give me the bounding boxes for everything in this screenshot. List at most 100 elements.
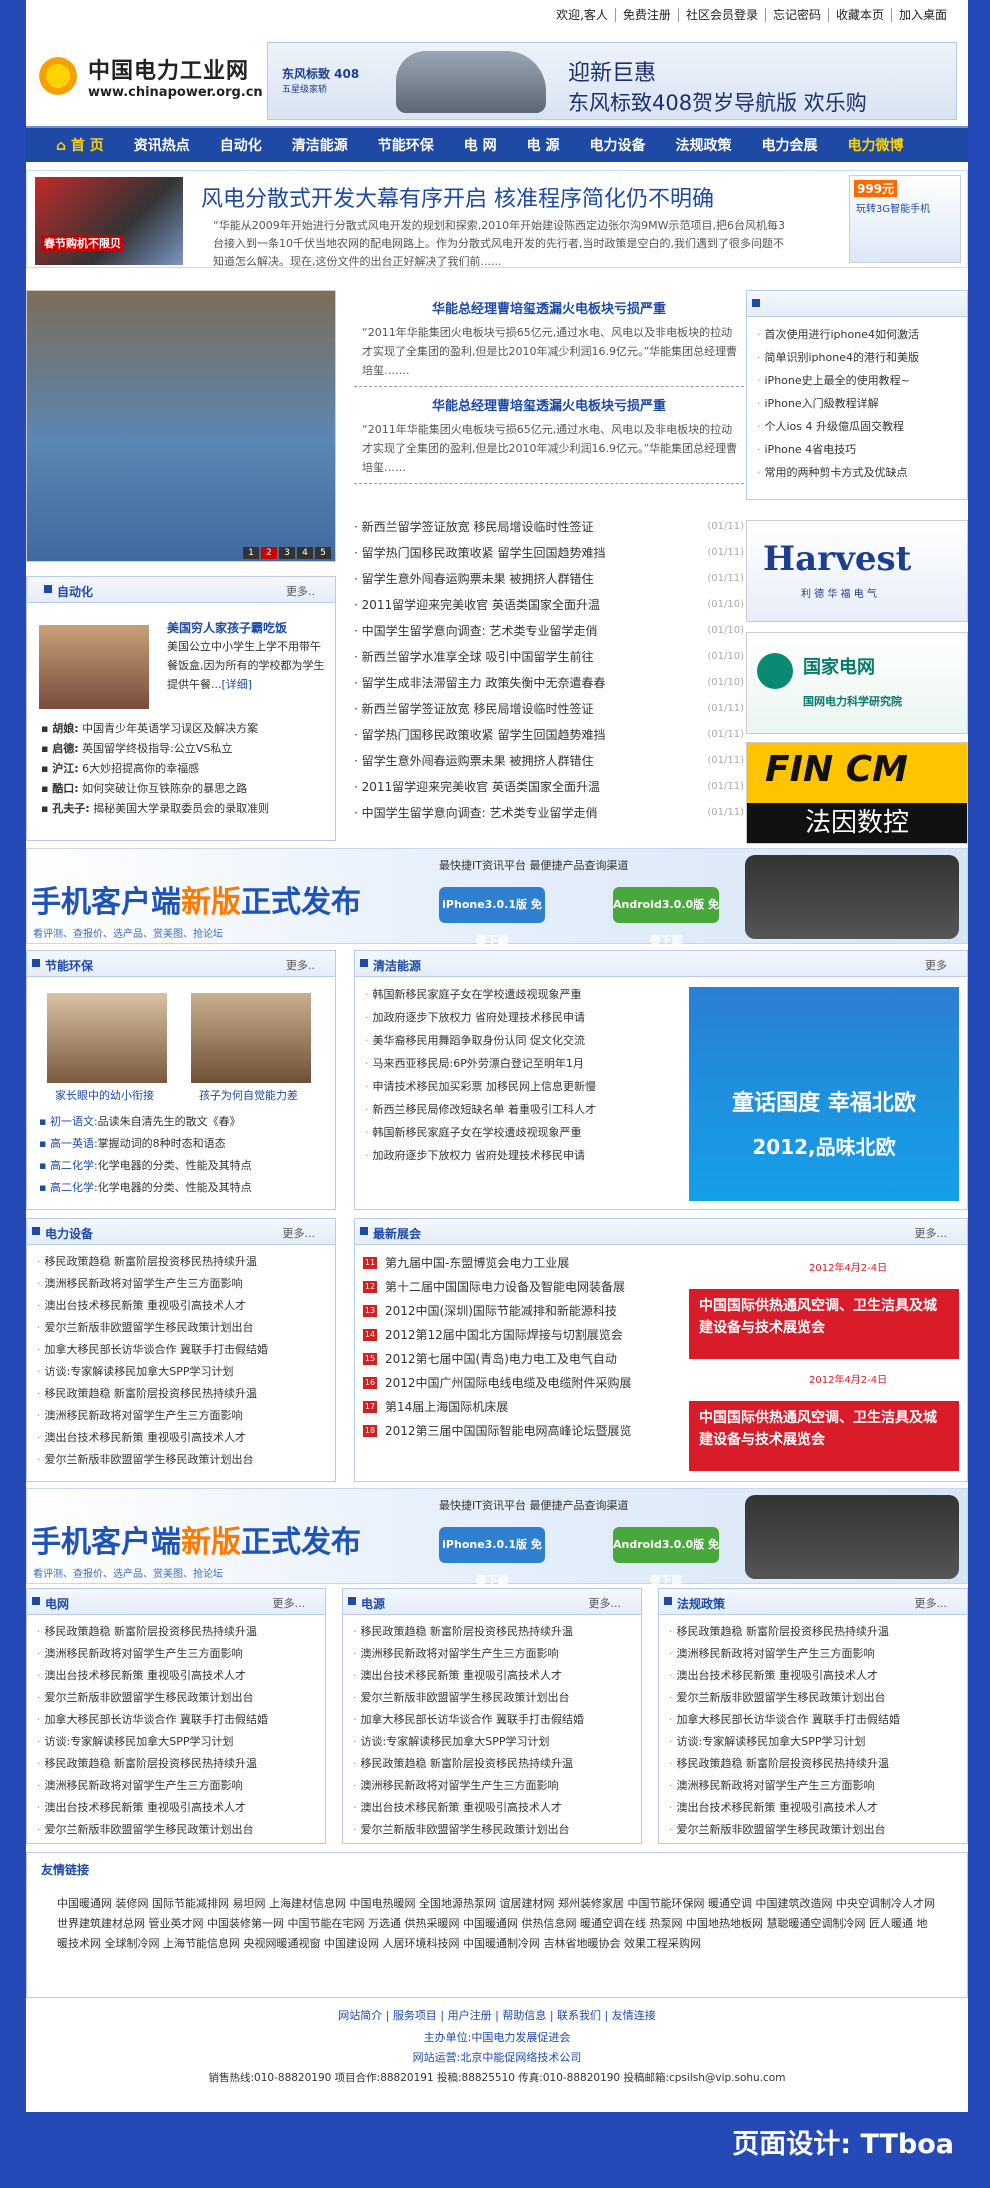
list-item[interactable]: 澳出台技术移民新策 重视吸引高技术人才 [353, 1797, 631, 1819]
news-item[interactable]: · 中国学生留学意向调查: 艺术类专业留学走俏 (01/10) [354, 618, 744, 644]
list-item[interactable]: 澳出台技术移民新策 重视吸引高技术人才 [669, 1665, 957, 1687]
list-item[interactable]: 新西兰移民局修改短缺名单 着重吸引工科人才 [365, 1098, 675, 1121]
list-item[interactable]: 移民政策趋稳 新富阶层投资移民热持续升温 [37, 1383, 325, 1405]
app-banner-2[interactable]: 手机客户端新版正式发布 看评测、查报价、选产品、赏美图、抢论坛 最快捷IT资讯平… [26, 1488, 968, 1587]
news-title[interactable]: · 新西兰留学签证放宽 移民局增设临时性签证 [354, 696, 593, 722]
nav-energy-saving[interactable]: 节能环保 [378, 135, 434, 155]
site-logo[interactable]: 中国电力工业网 www.chinapower.org.cn [34, 52, 263, 100]
news-title[interactable]: · 新西兰留学签证放宽 移民局增设临时性签证 [354, 514, 593, 540]
list-item[interactable]: ▪ 高一英语:掌握动词的8种时态和语态 [39, 1133, 252, 1155]
expo-item[interactable]: 11 第九届中国-东盟博览会电力工业展 [363, 1251, 687, 1275]
list-item[interactable]: 澳洲移民新政将对留学生产生三方面影响 [353, 1775, 631, 1797]
list-item[interactable]: ▪ 沪江: 6大妙招提高你的幸福感 [41, 759, 269, 779]
list-item[interactable]: 移民政策趋稳 新富阶层投资移民热持续升温 [353, 1621, 631, 1643]
list-item[interactable]: 加拿大移民部长访华谈合作 冀联手打击假结婚 [37, 1339, 325, 1361]
list-item[interactable]: 马来西亚移民局:6P外劳漂白登记至明年1月 [365, 1052, 675, 1075]
box-title[interactable]: 节能环保 [31, 957, 93, 974]
add-desktop-link[interactable]: 加入桌面 [890, 8, 954, 22]
slideshow[interactable]: 1 2 3 4 5 [26, 290, 336, 562]
list-item[interactable]: 移民政策趋稳 新富阶层投资移民热持续升温 [37, 1753, 315, 1775]
news-item[interactable]: · 留学生意外闯春运购票未果 被拥挤人群错住 (01/11) [354, 566, 744, 592]
car-ad-banner[interactable]: 东风标致 408 五星级家轿 迎新巨惠 东风标致408贺岁导航版 欢乐购 [267, 42, 957, 120]
list-item[interactable]: 个人ios 4 升级億瓜固交教程 [757, 415, 957, 438]
news-item[interactable]: · 留学生成非法滞留主力 政策失衡中无奈遣春春 (01/10) [354, 670, 744, 696]
list-item[interactable]: 澳出台技术移民新策 重视吸引高技术人才 [37, 1295, 325, 1317]
fincm-logo[interactable]: FIN CM 法因数控 [746, 742, 968, 844]
news-item[interactable]: · 2011留学迎来完美收官 英语类国家全面升温 (01/11) [354, 774, 744, 800]
more-link[interactable]: 更多... [273, 1595, 306, 1611]
news-item[interactable]: · 新西兰留学签证放宽 移民局增设临时性签证 (01/11) [354, 696, 744, 722]
expo-ad-1[interactable]: 2012年4月2-4日 中国国际供热通风空调、卫生洁具及城建设备与技术展览会 [689, 1255, 959, 1359]
list-item[interactable]: 爱尔兰新版非欧盟留学生移民政策计划出台 [669, 1819, 957, 1841]
box-title[interactable]: 法规政策 [663, 1595, 725, 1612]
box-title[interactable]: 清洁能源 [359, 957, 421, 974]
list-item[interactable]: 爱尔兰新版非欧盟留学生移民政策计划出台 [353, 1687, 631, 1709]
feature-title[interactable]: 美国穷人家孩子霸吃饭 [167, 619, 287, 636]
list-item[interactable]: iPhone 4省电技巧 [757, 438, 957, 461]
iphone-download-button[interactable]: iPhone3.0.1版 免费下载 [439, 1527, 545, 1587]
android-download-button[interactable]: Android3.0.0版 免费下载 [613, 887, 719, 947]
news-title[interactable]: · 中国学生留学意向调查: 艺术类专业留学走俏 [354, 618, 598, 644]
feature-title-2[interactable]: 华能总经理曹培玺透漏火电板块亏损严重 [354, 387, 744, 420]
nav-policy[interactable]: 法规政策 [676, 135, 732, 155]
list-item[interactable]: 加拿大移民部长访华谈合作 冀联手打击假结婚 [37, 1709, 315, 1731]
news-title[interactable]: · 留学生成非法滞留主力 政策失衡中无奈遣春春 [354, 670, 605, 696]
list-item[interactable]: ▪ 酷口: 如何突破让你互铁陈杂的暴思之路 [41, 779, 269, 799]
footer-link[interactable]: 用户注册 [448, 2009, 492, 2022]
headline-ad-image[interactable]: 春节购机不限贝 [35, 177, 183, 265]
news-title[interactable]: · 留学热门国移民政策收紧 留学生回国趋势难挡 [354, 540, 605, 566]
list-item[interactable]: 简单识别iphone4的港行和美版 [757, 346, 957, 369]
news-title[interactable]: · 中国学生留学意向调查: 艺术类专业留学走俏 [354, 800, 598, 826]
list-item[interactable]: 澳洲移民新政将对留学生产生三方面影响 [353, 1643, 631, 1665]
slide-page-2[interactable]: 2 [261, 547, 277, 559]
nav-hot-news[interactable]: 资讯热点 [134, 135, 190, 155]
headline-title[interactable]: 风电分散式开发大幕有序开启 核准程序简化仍不明确 [201, 181, 714, 213]
list-item[interactable]: 移民政策趋稳 新富阶层投资移民热持续升温 [669, 1621, 957, 1643]
list-item[interactable]: 澳出台技术移民新策 重视吸引高技术人才 [353, 1665, 631, 1687]
list-item[interactable]: 首次使用进行iphone4如何激活 [757, 323, 957, 346]
expo-item[interactable]: 13 2012中国(深圳)国际节能减排和新能源科技 [363, 1299, 687, 1323]
phone-ad[interactable]: 999元 玩转3G智能手机 [849, 175, 961, 263]
list-item[interactable]: ▪ 启德: 英国留学终极指导:公立VS私立 [41, 739, 269, 759]
nav-clean-energy[interactable]: 清洁能源 [292, 135, 348, 155]
news-title[interactable]: · 新西兰留学水准享全球 吸引中国留学生前往 [354, 644, 593, 670]
slide-page-3[interactable]: 3 [279, 547, 295, 559]
state-grid-logo[interactable]: 国家电网 国网电力科学研究院 [746, 632, 968, 734]
news-item[interactable]: · 新西兰留学签证放宽 移民局增设临时性签证 (01/11) [354, 514, 744, 540]
more-link[interactable]: 更多... [915, 1225, 948, 1241]
list-item[interactable]: ▪ 初一语文:品读朱自清先生的散文《春》 [39, 1111, 252, 1133]
login-link[interactable]: 社区会员登录 [677, 8, 765, 22]
expo-item[interactable]: 14 2012第12届中国北方国际焊接与切割展览会 [363, 1323, 687, 1347]
slide-page-1[interactable]: 1 [243, 547, 259, 559]
app-banner-1[interactable]: 手机客户端新版正式发布 看评测、查报价、选产品、赏美图、抢论坛 最快捷IT资讯平… [26, 848, 968, 947]
list-item[interactable]: 加拿大移民部长访华谈合作 冀联手打击假结婚 [669, 1709, 957, 1731]
more-link[interactable]: 更多.. [286, 957, 315, 973]
video-thumb-1[interactable] [47, 993, 167, 1083]
footer-link[interactable]: 帮助信息 [502, 2009, 546, 2022]
list-item[interactable]: ▪ 胡娘: 中国青少年英语学习误区及解决方案 [41, 719, 269, 739]
nav-home[interactable]: ⌂ 首 页 [56, 135, 104, 155]
list-item[interactable]: 访谈:专家解读移民加拿大SPP学习计划 [669, 1731, 957, 1753]
list-item[interactable]: 爱尔兰新版非欧盟留学生移民政策计划出台 [669, 1687, 957, 1709]
list-item[interactable]: 爱尔兰新版非欧盟留学生移民政策计划出台 [37, 1317, 325, 1339]
harvest-logo[interactable]: Harvest 利 德 华 福 电 气 [746, 520, 968, 622]
box-title[interactable]: 电网 [31, 1595, 69, 1612]
footer-link[interactable]: 联系我们 [557, 2009, 601, 2022]
expo-item[interactable]: 15 2012第七届中国(青岛)电力电工及电气自动 [363, 1347, 687, 1371]
list-item[interactable]: 澳洲移民新政将对留学生产生三方面影响 [37, 1405, 325, 1427]
expo-item[interactable]: 12 第十二届中国国际电力设备及智能电网装备展 [363, 1275, 687, 1299]
register-link[interactable]: 免费注册 [614, 8, 678, 22]
box-title[interactable]: 自动化 [43, 583, 93, 600]
footer-link[interactable]: 服务项目 [393, 2009, 437, 2022]
list-item[interactable]: 美华裔移民用舞蹈争取身份认同 促文化交流 [365, 1029, 675, 1052]
news-item[interactable]: · 新西兰留学水准享全球 吸引中国留学生前往 (01/10) [354, 644, 744, 670]
nordic-ad[interactable]: 童话国度 幸福北欧 2012,品味北欧 [689, 987, 959, 1201]
news-title[interactable]: · 留学生意外闯春运购票未果 被拥挤人群错住 [354, 566, 593, 592]
list-item[interactable]: iPhone史上最全的使用教程~ [757, 369, 957, 392]
expo-item[interactable]: 18 2012第三届中国国际智能电网高峰论坛暨展览 [363, 1419, 687, 1443]
nav-power-source[interactable]: 电 源 [527, 135, 560, 155]
nav-weibo[interactable]: 电力微博 [848, 135, 904, 155]
list-item[interactable]: 移民政策趋稳 新富阶层投资移民热持续升温 [37, 1621, 315, 1643]
feature-title-1[interactable]: 华能总经理曹培玺透漏火电板块亏损严重 [354, 290, 744, 323]
list-item[interactable]: iPhone入门級教程详解 [757, 392, 957, 415]
